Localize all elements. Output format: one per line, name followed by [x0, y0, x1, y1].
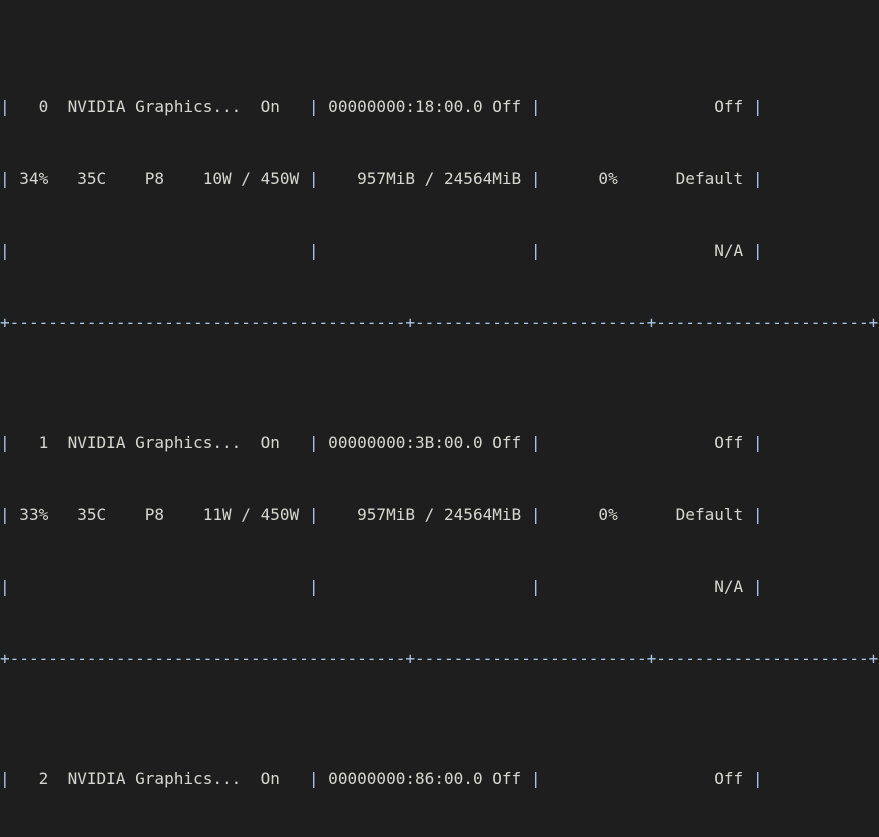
- gpu-table-divider: +---------------------------------------…: [0, 313, 879, 332]
- terminal-output: | 0 NVIDIA Graphics... On | 00000000:18:…: [0, 0, 879, 837]
- gpu-table-divider: +---------------------------------------…: [0, 649, 879, 668]
- gpu-row-line: | 0 NVIDIA Graphics... On | 00000000:18:…: [0, 97, 763, 116]
- gpu-row-line: | | | N/A |: [0, 241, 763, 260]
- gpu-row-line: | | | N/A |: [0, 577, 763, 596]
- gpu-row-line: | 1 NVIDIA Graphics... On | 00000000:3B:…: [0, 433, 763, 452]
- gpu-row-line: | 33% 35C P8 11W / 450W | 957MiB / 24564…: [0, 505, 763, 524]
- gpu-row-line: | 2 NVIDIA Graphics... On | 00000000:86:…: [0, 769, 763, 788]
- gpu-row-line: | 34% 35C P8 10W / 450W | 957MiB / 24564…: [0, 169, 763, 188]
